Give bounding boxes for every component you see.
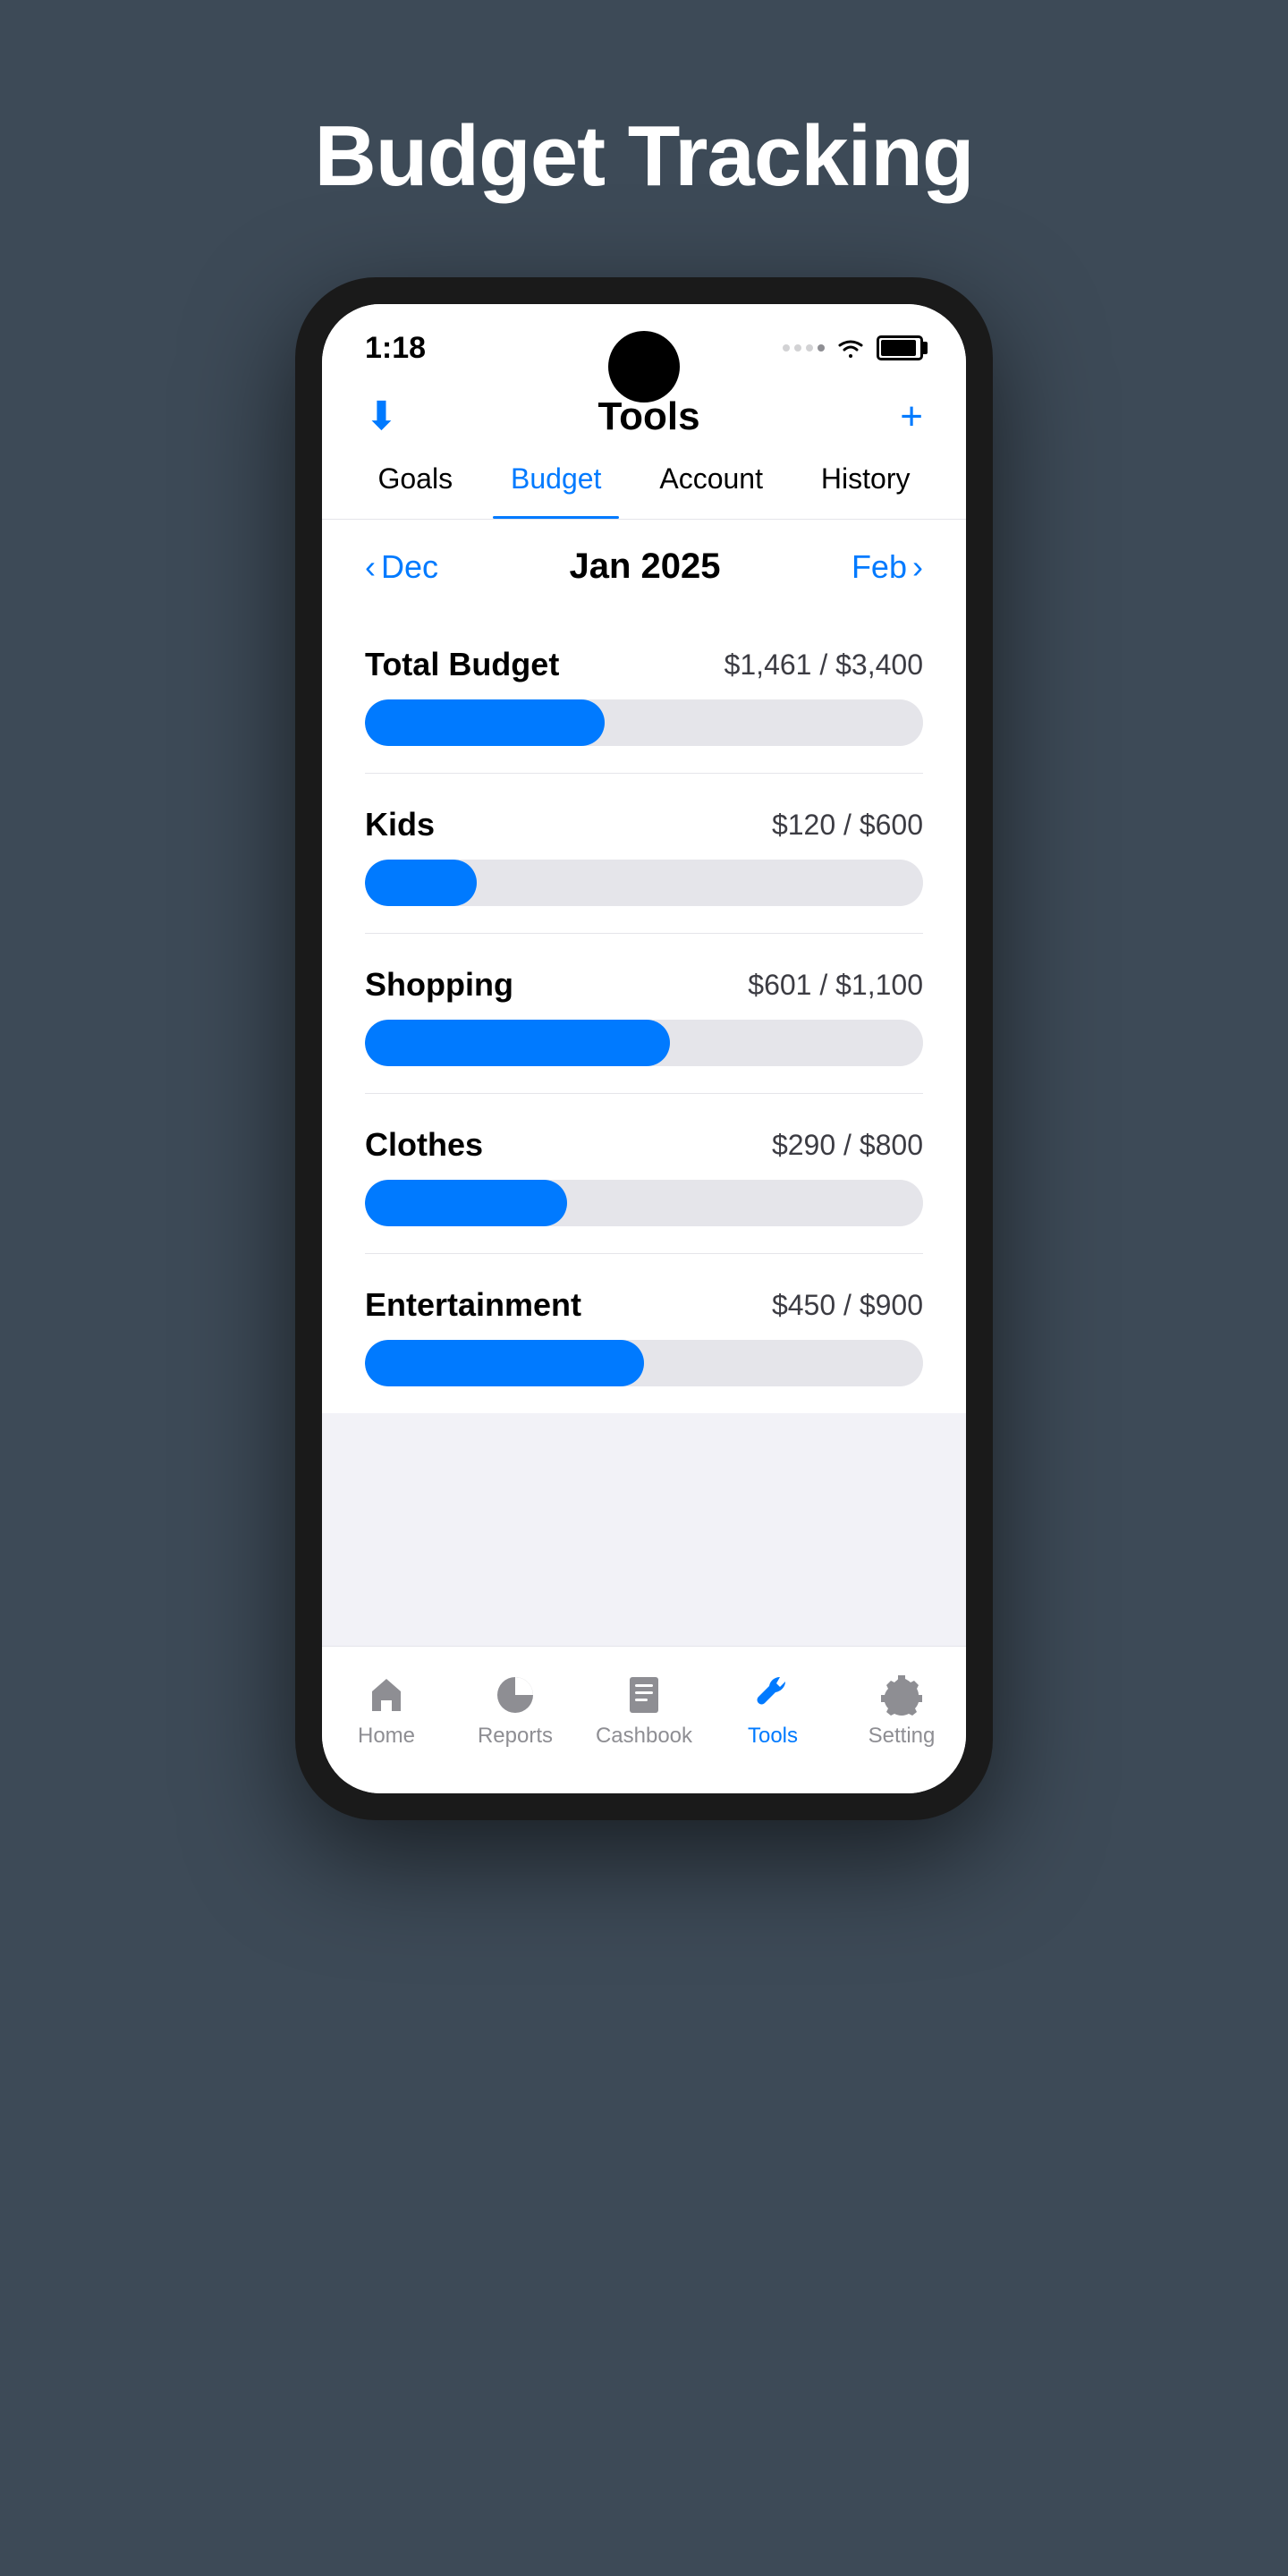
budget-item-amount-shopping: $601 / $1,100 — [748, 969, 923, 1002]
tools-icon — [751, 1674, 794, 1716]
prev-month-label: Dec — [381, 548, 438, 586]
month-nav: ‹ Dec Jan 2025 Feb › — [322, 520, 966, 614]
progress-bg-entertainment: 50.00 % — [365, 1340, 923, 1386]
budget-item-name-shopping: Shopping — [365, 966, 513, 1004]
progress-fill-kids — [365, 860, 477, 906]
budget-item-shopping: Shopping $601 / $1,100 54.64 % — [365, 934, 923, 1094]
nav-label-setting: Setting — [869, 1724, 936, 1749]
cashbook-icon — [623, 1674, 665, 1716]
progress-fill-shopping — [365, 1020, 670, 1066]
download-icon[interactable]: ⬇ — [365, 394, 398, 439]
budget-item-name-kids: Kids — [365, 806, 435, 843]
chevron-left-icon: ‹ — [365, 548, 376, 586]
nav-label-tools: Tools — [748, 1724, 798, 1749]
budget-item-amount-clothes: $290 / $800 — [772, 1129, 923, 1162]
empty-space — [322, 1413, 966, 1646]
nav-item-setting[interactable]: Setting — [848, 1674, 955, 1749]
budget-item-amount-kids: $120 / $600 — [772, 809, 923, 842]
budget-item-name-total: Total Budget — [365, 646, 559, 683]
page-title: Budget Tracking — [314, 107, 973, 206]
budget-item-entertainment: Entertainment $450 / $900 50.00 % — [365, 1254, 923, 1413]
budget-item-name-clothes: Clothes — [365, 1126, 483, 1164]
nav-label-home: Home — [358, 1724, 415, 1749]
nav-label-cashbook: Cashbook — [596, 1724, 692, 1749]
setting-icon — [880, 1674, 923, 1716]
budget-item-name-entertainment: Entertainment — [365, 1286, 581, 1324]
budget-list: Total Budget $1,461 / $3,400 42.97 % Kid… — [322, 614, 966, 1413]
current-month-label: Jan 2025 — [569, 547, 720, 587]
notch — [608, 331, 680, 402]
bottom-nav: Home Reports Cashbook — [322, 1646, 966, 1793]
phone-frame: 1:18 — [295, 277, 993, 1820]
chevron-right-icon: › — [912, 548, 923, 586]
status-time: 1:18 — [365, 331, 426, 366]
home-icon — [365, 1674, 408, 1716]
tab-budget[interactable]: Budget — [493, 453, 619, 504]
phone-screen: 1:18 — [322, 304, 966, 1793]
progress-fill-total — [365, 699, 605, 746]
progress-fill-entertainment — [365, 1340, 644, 1386]
progress-fill-clothes — [365, 1180, 567, 1226]
battery-icon — [877, 335, 923, 360]
budget-item-kids: Kids $120 / $600 20.00 % — [365, 774, 923, 934]
wifi-icon — [835, 336, 866, 360]
progress-bg-kids: 20.00 % — [365, 860, 923, 906]
status-bar: 1:18 — [322, 304, 966, 376]
next-month-label: Feb — [852, 548, 907, 586]
nav-item-cashbook[interactable]: Cashbook — [590, 1674, 698, 1749]
budget-item-clothes: Clothes $290 / $800 36.25 % — [365, 1094, 923, 1254]
tab-history[interactable]: History — [803, 453, 928, 504]
reports-icon — [494, 1674, 537, 1716]
tabs-bar: Goals Budget Account History — [322, 453, 966, 520]
next-month-button[interactable]: Feb › — [852, 548, 923, 586]
progress-bg-total: 42.97 % — [365, 699, 923, 746]
nav-item-reports[interactable]: Reports — [462, 1674, 569, 1749]
tab-goals[interactable]: Goals — [360, 453, 470, 504]
budget-item-amount-entertainment: $450 / $900 — [772, 1289, 923, 1322]
nav-item-tools[interactable]: Tools — [719, 1674, 826, 1749]
budget-item-total: Total Budget $1,461 / $3,400 42.97 % — [365, 614, 923, 774]
budget-item-amount-total: $1,461 / $3,400 — [724, 648, 923, 682]
progress-bg-shopping: 54.64 % — [365, 1020, 923, 1066]
add-button[interactable]: + — [900, 394, 923, 439]
status-icons — [783, 335, 923, 360]
prev-month-button[interactable]: ‹ Dec — [365, 548, 438, 586]
progress-bg-clothes: 36.25 % — [365, 1180, 923, 1226]
tab-account[interactable]: Account — [641, 453, 781, 504]
nav-label-reports: Reports — [478, 1724, 553, 1749]
nav-item-home[interactable]: Home — [333, 1674, 440, 1749]
signal-icon — [783, 344, 825, 352]
